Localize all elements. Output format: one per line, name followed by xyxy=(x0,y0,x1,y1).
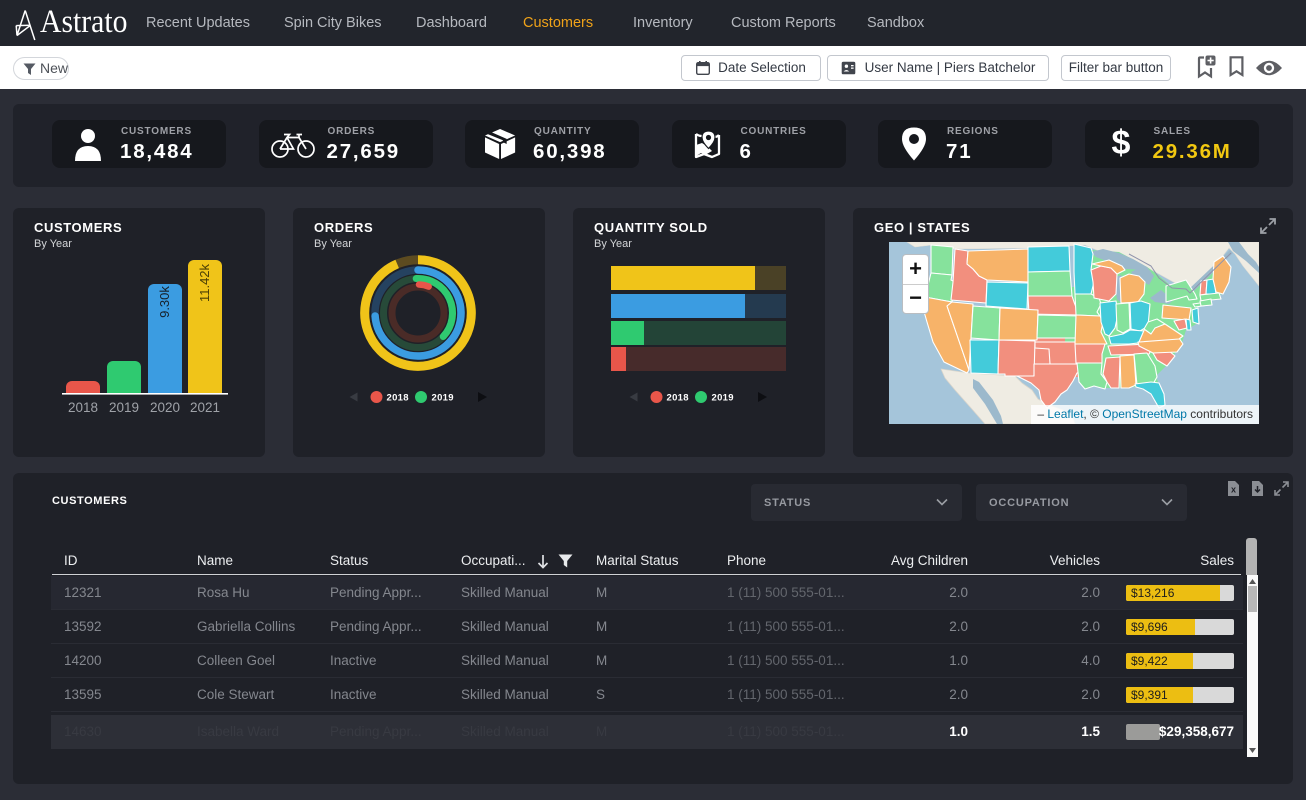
svg-text:9.30k: 9.30k xyxy=(157,286,172,318)
svg-text:2019: 2019 xyxy=(432,392,454,403)
svg-text:2018: 2018 xyxy=(667,392,689,403)
svg-text:2019: 2019 xyxy=(712,392,734,403)
svg-text:2018: 2018 xyxy=(387,392,409,403)
svg-text:2020: 2020 xyxy=(150,400,180,415)
svg-text:11.42k: 11.42k xyxy=(197,263,212,302)
svg-text:2018: 2018 xyxy=(68,400,98,415)
svg-text:2019: 2019 xyxy=(109,400,139,415)
svg-text:2021: 2021 xyxy=(190,400,220,415)
svg-text:x: x xyxy=(1231,485,1236,495)
